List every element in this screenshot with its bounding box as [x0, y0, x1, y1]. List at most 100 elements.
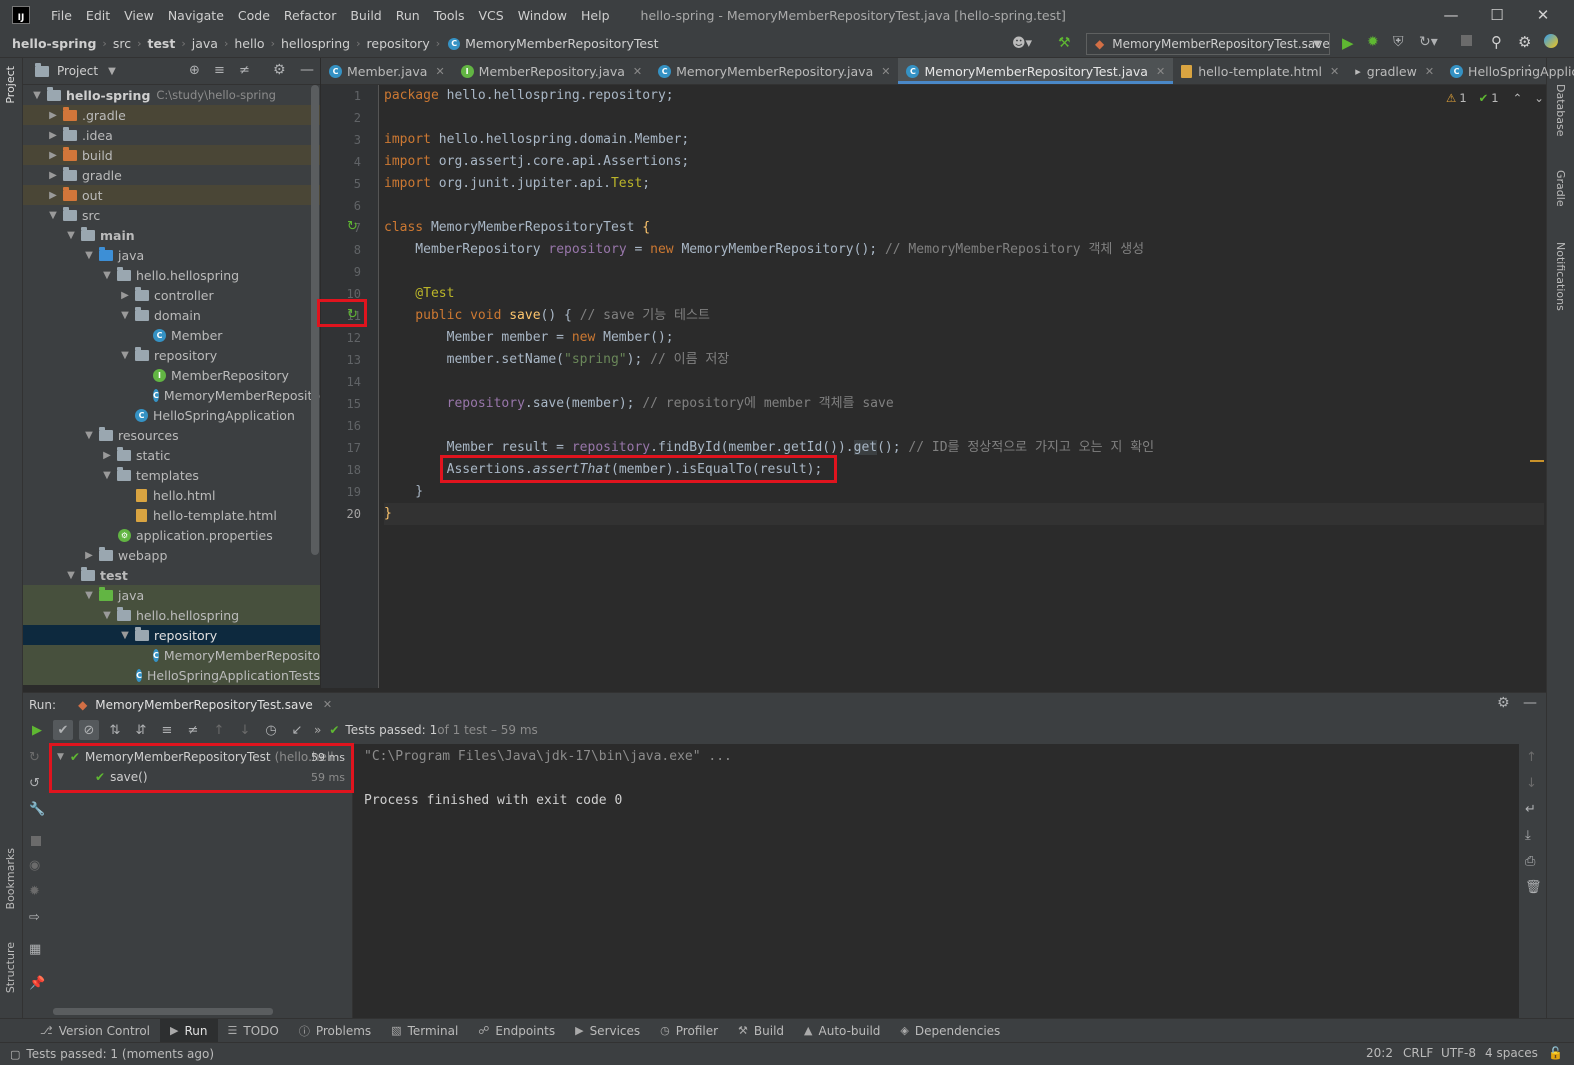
debug-icon[interactable]: ✹ [29, 884, 40, 899]
tree-item-main-repository[interactable]: ▼ repository [23, 345, 320, 365]
expand-all-icon[interactable]: ≡ [214, 63, 225, 78]
settings-gear-icon[interactable]: ⚙ [1518, 33, 1531, 51]
tree-item-hello-spring-application-tests[interactable]: C HelloSpringApplicationTests [23, 665, 320, 685]
next-failed-icon[interactable]: ↓ [235, 720, 255, 740]
tree-item-main-package[interactable]: ▼ hello.hellospring [23, 265, 320, 285]
tab-hello-template-html[interactable]: hello-template.html ✕ [1173, 58, 1347, 84]
breadcrumb-java[interactable]: java [192, 36, 218, 51]
close-tab-icon[interactable]: ✕ [881, 65, 890, 78]
indent-setting[interactable]: 4 spaces [1485, 1046, 1538, 1060]
breadcrumb-repository[interactable]: repository [367, 36, 430, 51]
run-config-select[interactable]: ◆ MemoryMemberRepositoryTest.save ▼ [1086, 33, 1330, 55]
menu-file[interactable]: File [44, 8, 79, 23]
rerun-failed-icon[interactable]: ↻ [29, 750, 40, 765]
tree-item-gradle-dir[interactable]: ▶ .gradle [23, 105, 320, 125]
tree-item-main[interactable]: ▼ main [23, 225, 320, 245]
tab-memory-member-repository-java[interactable]: C MemoryMemberRepository.java ✕ [650, 58, 898, 84]
menu-tools[interactable]: Tools [427, 8, 472, 23]
show-passed-icon[interactable]: ✔ [53, 720, 73, 740]
tool-tab-terminal[interactable]: ▧ Terminal [381, 1019, 468, 1043]
close-tab-icon[interactable]: ✕ [1156, 65, 1165, 78]
database-side-tab[interactable]: Database [1554, 84, 1567, 137]
close-tab-icon[interactable]: ✕ [1425, 65, 1434, 78]
tree-item-test-java[interactable]: ▼ java [23, 585, 320, 605]
jetbrains-toolbox-icon[interactable] [1544, 34, 1558, 48]
console-output[interactable]: "C:\Program Files\Java\jdk-17\bin\java.e… [354, 744, 1519, 1018]
tree-item-hello-spring-application[interactable]: C HelloSpringApplication [23, 405, 320, 425]
tool-tab-run[interactable]: ▶ Run [160, 1018, 218, 1043]
breadcrumb-hellospring[interactable]: hellospring [281, 36, 350, 51]
project-panel-title[interactable]: Project [57, 64, 98, 78]
debug-icon[interactable]: ✹ [1367, 34, 1379, 50]
close-tab-icon[interactable]: ✕ [435, 65, 444, 78]
project-side-tab[interactable]: Project [4, 66, 17, 104]
tree-item-test-package[interactable]: ▼ hello.hellospring [23, 605, 320, 625]
sort-duration-icon[interactable]: ⇵ [131, 720, 151, 740]
tree-item-idea[interactable]: ▶ .idea [23, 125, 320, 145]
expand-all-icon[interactable]: ≡ [157, 720, 177, 740]
close-tab-icon[interactable]: ✕ [323, 698, 332, 711]
tool-tab-problems[interactable]: ⓘ Problems [289, 1019, 381, 1043]
tree-item-build[interactable]: ▶ build [23, 145, 320, 165]
layout-icon[interactable]: ▦ [29, 942, 41, 957]
gradle-side-tab[interactable]: Gradle [1554, 170, 1567, 207]
tree-item-domain[interactable]: ▼ domain [23, 305, 320, 325]
exit-icon[interactable]: ⇨ [29, 910, 40, 925]
tree-item-templates[interactable]: ▼ templates [23, 465, 320, 485]
collapse-all-icon[interactable]: ≠ [183, 720, 203, 740]
test-tree-scrollbar[interactable] [53, 1008, 273, 1015]
collapse-all-icon[interactable]: ≠ [239, 63, 250, 78]
user-icon[interactable]: ☻▾ [1012, 36, 1032, 51]
tree-item-test[interactable]: ▼ test [23, 565, 320, 585]
run-icon[interactable]: ▶ [1342, 34, 1354, 52]
tool-tab-todo[interactable]: ☰ TODO [218, 1019, 289, 1043]
panel-settings-icon[interactable]: ⚙ [273, 62, 286, 78]
test-history-icon[interactable]: ◷ [261, 720, 281, 740]
tree-item-static[interactable]: ▶ static [23, 445, 320, 465]
tree-item-gradle[interactable]: ▶ gradle [23, 165, 320, 185]
more-actions-icon[interactable]: » [314, 723, 321, 737]
tool-tab-profiler[interactable]: ◷ Profiler [650, 1019, 728, 1043]
breadcrumb-test[interactable]: test [147, 36, 175, 51]
profile-icon[interactable]: ↻▾ [1419, 34, 1438, 50]
inspection-widget[interactable]: ⚠ 1 ✔ 1 ⌃ ⌄ [1446, 91, 1544, 105]
tree-item-src[interactable]: ▼ src [23, 205, 320, 225]
tree-item-out[interactable]: ▶ out [23, 185, 320, 205]
build-hammer-icon[interactable]: ⚒ [1058, 35, 1071, 51]
tab-hello-spring-application[interactable]: CHelloSpringApplication.jav ▼ [1442, 58, 1574, 84]
coverage-icon[interactable]: ⛨ [1393, 34, 1404, 50]
tree-item-hello-template-html[interactable]: hello-template.html [23, 505, 320, 525]
menu-help[interactable]: Help [574, 8, 617, 23]
wrench-icon[interactable]: 🔧 [29, 802, 45, 817]
menu-code[interactable]: Code [231, 8, 277, 23]
tree-item-main-java[interactable]: ▼ java [23, 245, 320, 265]
tree-item-memory-member-repository-test[interactable]: C MemoryMemberRepository [23, 645, 320, 665]
run-tab[interactable]: MemoryMemberRepositoryTest.save [95, 698, 313, 712]
search-icon[interactable]: ⚲ [1491, 33, 1502, 51]
more-tabs-icon[interactable]: ⋮ [1523, 63, 1536, 78]
run-settings-gear-icon[interactable]: ⚙ [1497, 695, 1510, 711]
stop-icon[interactable] [31, 836, 41, 846]
tool-tab-services[interactable]: ▶ Services [565, 1019, 650, 1043]
status-layout-icon[interactable]: ▢ [10, 1048, 20, 1061]
chevron-down-icon[interactable]: ⌄ [1534, 91, 1544, 105]
menu-vcs[interactable]: VCS [472, 8, 511, 23]
tree-item-controller[interactable]: ▶ controller [23, 285, 320, 305]
tool-tab-endpoints[interactable]: ☍ Endpoints [468, 1019, 565, 1043]
tab-member-repository-java[interactable]: I MemberRepository.java ✕ [453, 58, 650, 84]
run-test-class-icon[interactable]: ↻ [347, 219, 358, 234]
close-tab-icon[interactable]: ✕ [633, 65, 642, 78]
chevron-down-icon[interactable]: ▼ [108, 66, 116, 77]
tool-tab-auto-build[interactable]: ▲ Auto-build [794, 1019, 890, 1043]
tree-item-hello-html[interactable]: hello.html [23, 485, 320, 505]
pin-icon[interactable]: 📌 [29, 976, 45, 991]
import-tests-icon[interactable]: ↙ [287, 720, 307, 740]
print-icon[interactable]: ⎙ [1525, 854, 1535, 869]
tab-gradlew[interactable]: ▸ gradlew ✕ [1347, 58, 1442, 84]
scroll-down-icon[interactable]: ↓ [1526, 776, 1537, 791]
tree-item-application-properties[interactable]: ⚙ application.properties [23, 525, 320, 545]
tree-item-test-repository[interactable]: ▼ repository [23, 625, 320, 645]
soft-wrap-icon[interactable]: ↵ [1525, 802, 1536, 817]
tree-item-member-repository[interactable]: I MemberRepository [23, 365, 320, 385]
tab-member-java[interactable]: C Member.java ✕ [321, 58, 453, 84]
